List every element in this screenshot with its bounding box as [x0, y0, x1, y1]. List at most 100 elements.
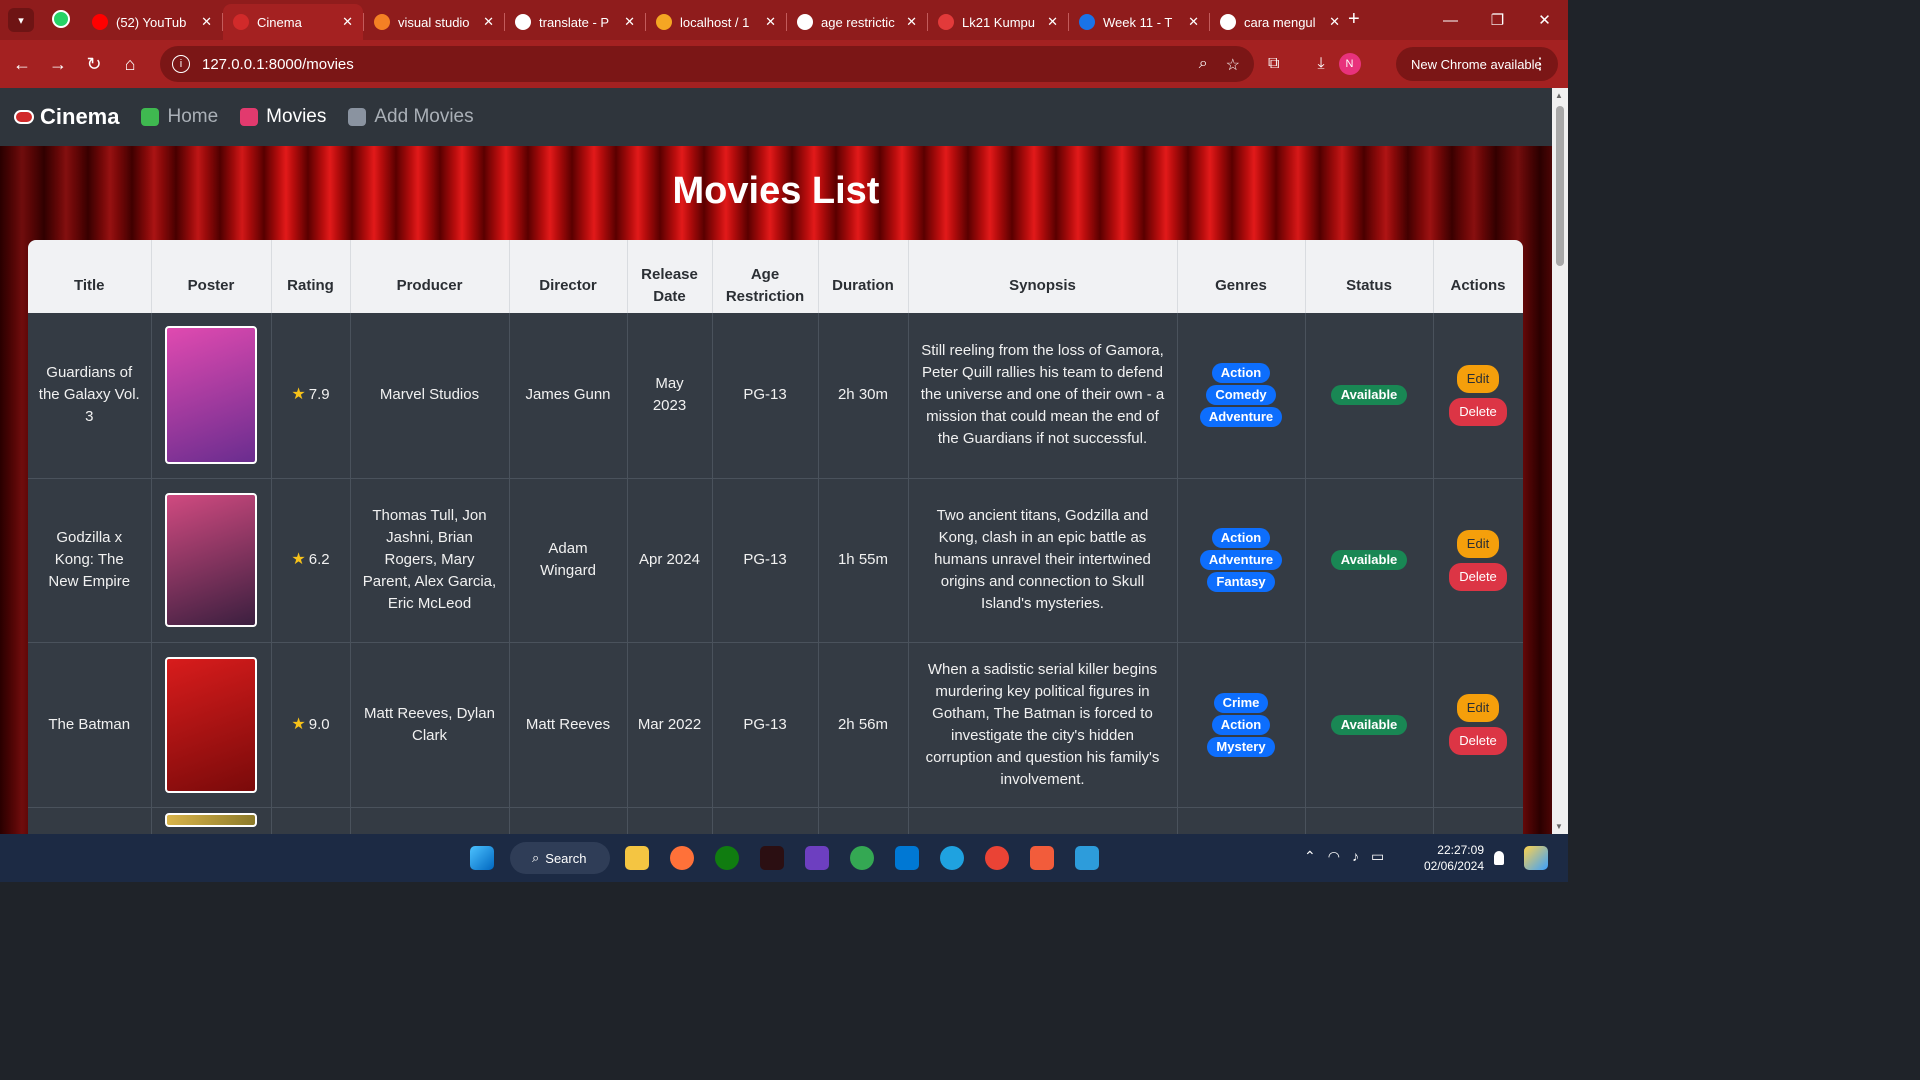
back-icon[interactable]: ←	[4, 46, 40, 82]
profile-avatar[interactable]: N	[1338, 53, 1361, 75]
movie-rating: 9.0	[308, 715, 330, 733]
scroll-up-icon[interactable]: ▲	[1555, 91, 1563, 100]
site-info-icon[interactable]: i	[172, 55, 190, 73]
tab-title: localhost / 1	[680, 14, 750, 30]
browser-tab[interactable]: cara mengul ✕	[1210, 4, 1350, 40]
movie-row: Guardians of the Galaxy Vol. 3 ★ 7.9 Marv…	[28, 313, 1523, 479]
table-cell	[627, 807, 713, 834]
tab-close-icon[interactable]: ✕	[201, 14, 212, 30]
edit-button[interactable]: Edit	[1456, 694, 1500, 722]
more-menu-icon[interactable]: ⋮	[1532, 54, 1548, 74]
postman-icon[interactable]	[1030, 846, 1054, 870]
volume-icon[interactable]: ♪	[1352, 848, 1359, 865]
browser-tab[interactable]: age restrictic ✕	[787, 4, 927, 40]
app-icon[interactable]	[805, 846, 829, 870]
vscode-icon[interactable]	[895, 846, 919, 870]
brand-name: Cinema	[40, 104, 120, 129]
reload-icon[interactable]: ↻	[76, 46, 112, 82]
zoom-icon[interactable]: ⌕	[1199, 55, 1208, 75]
genre-badge: Adventure	[1199, 407, 1283, 428]
taskbar-clock[interactable]: 22:27:09 02/06/2024	[1412, 842, 1484, 874]
movie-age-restriction: PG-13	[712, 313, 819, 479]
delete-button[interactable]: Delete	[1449, 397, 1507, 426]
browser-tab[interactable]: Cinema ✕	[223, 4, 363, 40]
cinema-logo-icon	[14, 110, 34, 124]
actions-cell: Edit Delete	[1433, 642, 1523, 808]
nav-link-label: Add Movies	[374, 106, 474, 127]
browser-tab[interactable]: Week 11 - T ✕	[1069, 4, 1209, 40]
edge-icon[interactable]	[940, 846, 964, 870]
scroll-thumb[interactable]	[1556, 106, 1564, 266]
browser-tab[interactable]: Lk21 Kumpu ✕	[928, 4, 1068, 40]
downloads-icon[interactable]: ⤓	[1317, 55, 1324, 73]
tab-close-icon[interactable]: ✕	[765, 14, 776, 30]
url-text[interactable]: 127.0.0.1:8000/movies	[202, 56, 354, 73]
browser-tab[interactable]: translate - P ✕	[505, 4, 645, 40]
tab-close-icon[interactable]: ✕	[906, 14, 917, 30]
file-explorer-icon[interactable]	[625, 846, 649, 870]
movie-title: The Batman	[28, 642, 152, 808]
actions-cell: Edit Delete	[1433, 313, 1523, 479]
edit-button[interactable]: Edit	[1456, 529, 1500, 558]
edit-button[interactable]: Edit	[1456, 364, 1500, 393]
address-bar[interactable]: i 127.0.0.1:8000/movies ⌕ ☆	[160, 46, 1254, 82]
valorant-icon[interactable]	[760, 846, 784, 870]
search-icon: ⌕	[532, 850, 540, 865]
paint-icon[interactable]	[1075, 846, 1099, 870]
tab-title: age restrictic	[821, 14, 895, 30]
notification-bell-icon[interactable]	[1494, 851, 1504, 865]
movies-table: Title Poster Rating Producer Director Release…	[28, 240, 1523, 834]
brand-link[interactable]: Cinema	[14, 104, 119, 130]
column-header: Age Restriction	[712, 240, 819, 313]
wifi-icon[interactable]: ◠	[1328, 848, 1340, 865]
browser-tab[interactable]: visual studio ✕	[364, 4, 504, 40]
clock-time: 22:27:09	[1437, 843, 1484, 857]
copilot-icon[interactable]	[1524, 846, 1548, 870]
page-scrollbar[interactable]: ▲ ▼	[1552, 88, 1568, 834]
home-icon[interactable]: ⌂	[112, 46, 148, 82]
delete-button[interactable]: Delete	[1449, 562, 1507, 591]
close-window-icon[interactable]: ✕	[1521, 0, 1568, 40]
taskbar-search[interactable]: ⌕ Search	[510, 842, 610, 874]
nav-link-movies[interactable]: Movies	[240, 106, 326, 128]
genre-badge: Adventure	[1199, 550, 1283, 570]
nav-link-icon	[240, 108, 259, 126]
tab-search-button[interactable]: ▾	[8, 8, 34, 32]
new-tab-button[interactable]: +	[1348, 8, 1360, 31]
browser-tab[interactable]: (52) YouTub ✕	[82, 4, 222, 40]
minimize-icon[interactable]: —	[1427, 0, 1474, 40]
chrome-icon[interactable]	[850, 846, 874, 870]
tab-close-icon[interactable]: ✕	[624, 14, 635, 30]
tab-close-icon[interactable]: ✕	[342, 14, 353, 30]
movie-duration: 2h 56m	[818, 642, 909, 808]
chrome-update-button[interactable]: New Chrome available ⋮	[1396, 47, 1558, 81]
nav-link-label: Home	[167, 106, 219, 127]
bookmark-star-icon[interactable]: ☆	[1226, 55, 1240, 75]
forward-icon[interactable]: →	[40, 46, 76, 82]
chrome-profile-icon[interactable]	[985, 846, 1009, 870]
genre-badge: Comedy	[1206, 385, 1276, 406]
whatsapp-icon[interactable]	[52, 10, 70, 28]
windows-start-icon[interactable]	[470, 846, 494, 870]
tray-chevron-icon[interactable]: ⌃	[1304, 848, 1316, 865]
tab-close-icon[interactable]: ✕	[1188, 14, 1199, 30]
tab-close-icon[interactable]: ✕	[483, 14, 494, 30]
nav-link-add-movies[interactable]: Add Movies	[348, 106, 474, 128]
battery-icon[interactable]: ▭	[1371, 848, 1384, 865]
tab-title: Cinema	[257, 14, 302, 30]
table-cell	[1433, 807, 1523, 834]
table-cell	[712, 807, 819, 834]
delete-button[interactable]: Delete	[1449, 727, 1507, 755]
xbox-icon[interactable]	[715, 846, 739, 870]
extensions-icon[interactable]: ⧉	[1268, 55, 1279, 73]
clock-date: 02/06/2024	[1423, 859, 1484, 873]
scroll-down-icon[interactable]: ▼	[1555, 822, 1563, 831]
table-cell	[1305, 807, 1434, 834]
browser-tab[interactable]: localhost / 1 ✕	[646, 4, 786, 40]
firefox-icon[interactable]	[670, 846, 694, 870]
nav-link-home[interactable]: Home	[141, 106, 218, 128]
tab-close-icon[interactable]: ✕	[1047, 14, 1058, 30]
restore-icon[interactable]: ❐	[1474, 0, 1521, 40]
tab-favicon-icon	[515, 14, 531, 30]
tab-close-icon[interactable]: ✕	[1329, 14, 1340, 30]
